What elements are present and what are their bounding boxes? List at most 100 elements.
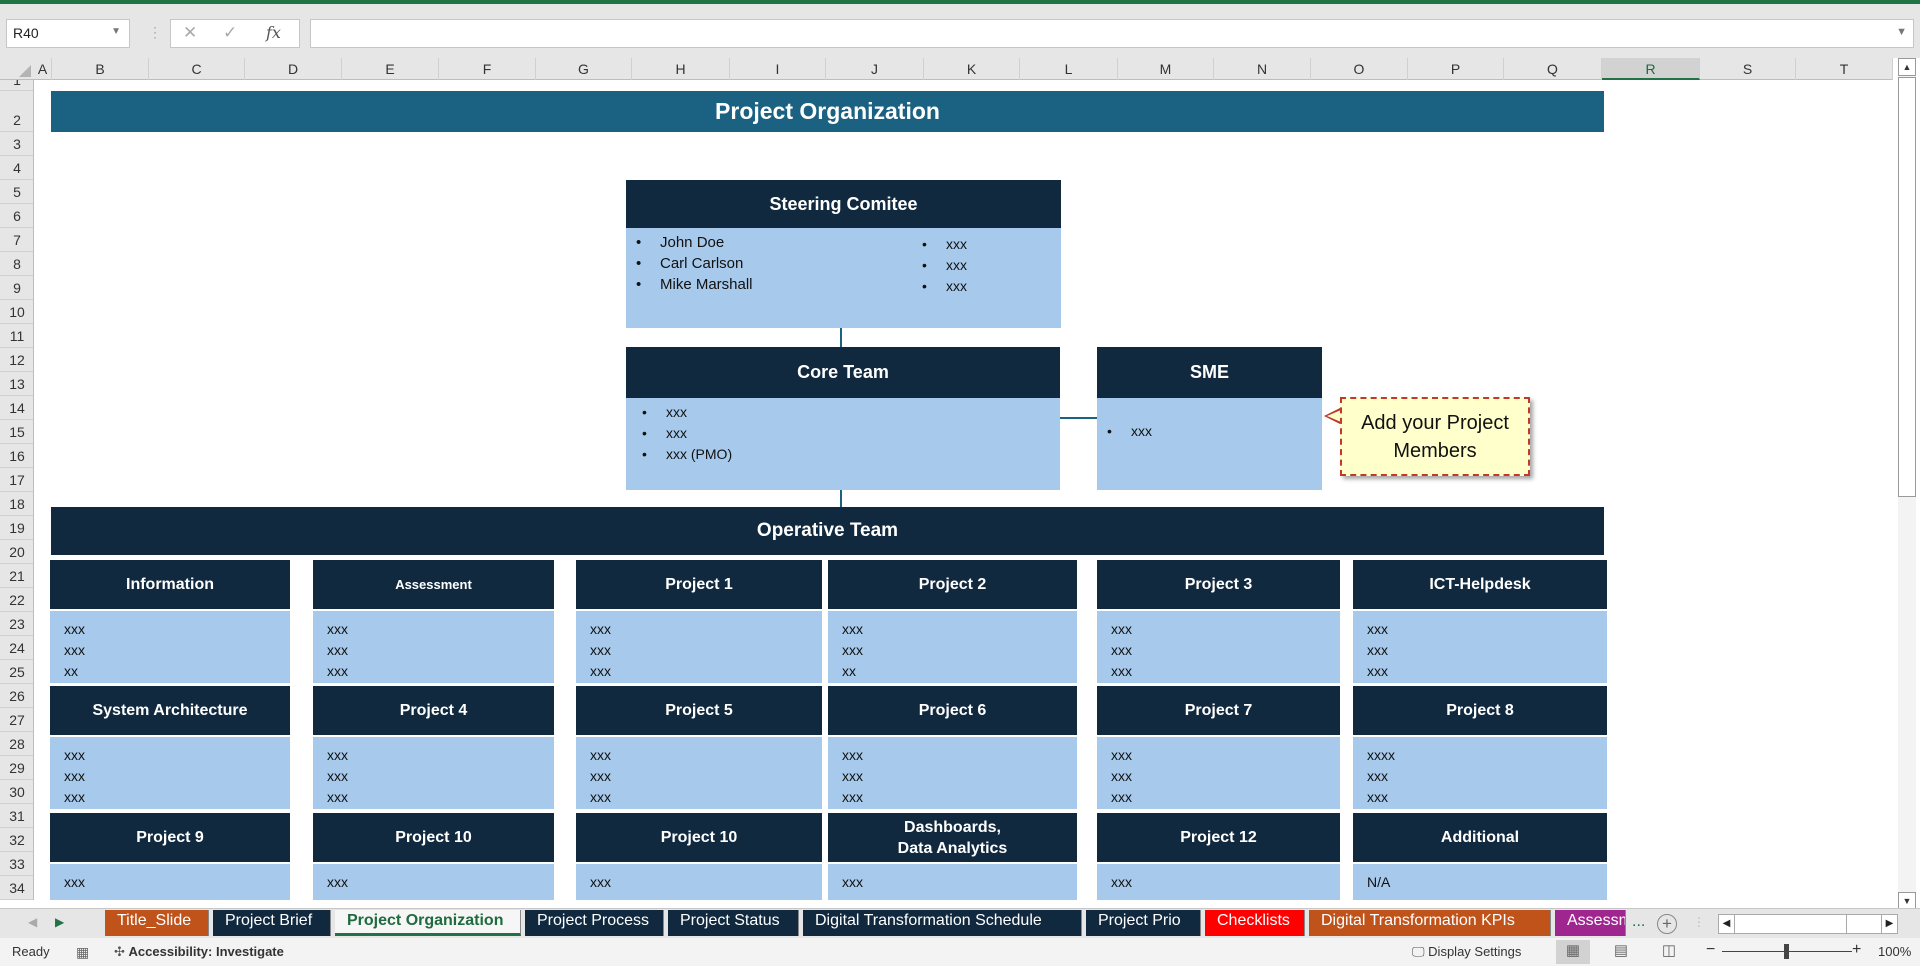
row-header[interactable]: 9 (0, 276, 33, 300)
chevron-down-icon[interactable]: ▼ (111, 26, 121, 37)
column-header[interactable]: Q (1504, 58, 1602, 80)
vertical-scroll-thumb[interactable] (1898, 77, 1916, 497)
worksheet-grid[interactable]: Project Organization Steering Comitee Jo… (34, 80, 1893, 900)
row-header[interactable]: 17 (0, 468, 33, 492)
check-icon[interactable]: ✓ (223, 23, 237, 43)
accessibility-status[interactable]: ✣ Accessibility: Investigate (114, 944, 284, 960)
scroll-up-button[interactable]: ▲ (1898, 58, 1916, 76)
expand-formula-icon[interactable]: ▼ (1896, 26, 1907, 38)
row-header[interactable]: 2 (0, 91, 33, 132)
row-header[interactable]: 1 (0, 80, 33, 91)
column-header[interactable]: P (1408, 58, 1504, 80)
add-members-callout[interactable]: Add your Project Members (1340, 397, 1530, 476)
sheet-tab[interactable]: Project Status (668, 910, 799, 936)
sheet-tab[interactable]: Project Process (525, 910, 664, 936)
row-header[interactable]: 5 (0, 180, 33, 204)
row-header[interactable]: 12 (0, 348, 33, 372)
column-header[interactable]: O (1311, 58, 1408, 80)
column-header[interactable]: E (342, 58, 439, 80)
sheet-tab[interactable]: Project Prio (1086, 910, 1201, 936)
row-header[interactable]: 26 (0, 684, 33, 708)
previous-sheet-icon[interactable]: ◀ (28, 915, 37, 929)
column-header[interactable]: K (924, 58, 1020, 80)
column-header[interactable]: I (730, 58, 826, 80)
row-header[interactable]: 27 (0, 708, 33, 732)
row-header[interactable]: 24 (0, 636, 33, 660)
more-sheets-button[interactable]: ... (1632, 913, 1645, 931)
column-header[interactable]: N (1214, 58, 1311, 80)
tab-splitter-handle[interactable]: ⋮ (1693, 915, 1705, 929)
drag-handle-icon[interactable]: ⋮ (148, 24, 162, 41)
column-header[interactable]: J (826, 58, 924, 80)
row-header[interactable]: 28 (0, 732, 33, 756)
connector-line (1060, 417, 1097, 419)
display-settings-button[interactable]: 🖵 Display Settings (1412, 944, 1521, 960)
row-header[interactable]: 4 (0, 156, 33, 180)
name-box[interactable]: R40 ▼ (6, 19, 130, 48)
column-header[interactable]: S (1700, 58, 1796, 80)
row-header[interactable]: 13 (0, 372, 33, 396)
scroll-left-button[interactable]: ◀ (1719, 915, 1735, 933)
row-header[interactable]: 19 (0, 516, 33, 540)
vertical-scrollbar[interactable]: ▲ ▼ (1898, 58, 1916, 910)
row-header[interactable]: 22 (0, 588, 33, 612)
zoom-slider-knob[interactable] (1784, 944, 1789, 959)
macro-record-icon[interactable]: ▦ (76, 944, 89, 961)
row-header[interactable]: 8 (0, 252, 33, 276)
row-header[interactable]: 11 (0, 324, 33, 348)
zoom-slider[interactable] (1722, 944, 1852, 959)
sheet-tab[interactable]: Assessm (1555, 910, 1626, 936)
row-header[interactable]: 3 (0, 132, 33, 156)
next-sheet-icon[interactable]: ▶ (55, 915, 64, 929)
cancel-icon[interactable]: ✕ (183, 23, 197, 43)
row-header[interactable]: 29 (0, 756, 33, 780)
zoom-level[interactable]: 100% (1878, 944, 1911, 959)
row-header[interactable]: 14 (0, 396, 33, 420)
row-header[interactable]: 20 (0, 540, 33, 564)
zoom-in-button[interactable]: + (1852, 941, 1861, 959)
column-header[interactable]: T (1796, 58, 1893, 80)
row-header[interactable]: 30 (0, 780, 33, 804)
column-header[interactable]: R (1602, 58, 1700, 80)
row-header[interactable]: 10 (0, 300, 33, 324)
sheet-tab[interactable]: Project Brief (213, 910, 331, 936)
column-header[interactable]: B (52, 58, 149, 80)
horizontal-scroll-thumb[interactable] (1735, 915, 1847, 933)
row-header[interactable]: 21 (0, 564, 33, 588)
row-header[interactable]: 7 (0, 228, 33, 252)
sheet-tab[interactable]: Digital Transformation KPIs (1309, 910, 1551, 936)
row-header[interactable]: 31 (0, 804, 33, 828)
column-header[interactable]: H (632, 58, 730, 80)
row-header[interactable]: 16 (0, 444, 33, 468)
column-header[interactable]: G (536, 58, 632, 80)
sheet-tab[interactable]: Title_Slide (105, 910, 209, 936)
row-header[interactable]: 32 (0, 828, 33, 852)
column-header[interactable]: F (439, 58, 536, 80)
normal-view-icon[interactable]: ▦ (1556, 940, 1590, 964)
horizontal-scrollbar[interactable]: ◀ ▶ (1718, 914, 1898, 934)
row-header[interactable]: 18 (0, 492, 33, 516)
insert-function-icon[interactable]: fx (266, 23, 281, 42)
page-break-preview-icon[interactable]: ◫ (1652, 940, 1686, 964)
column-header[interactable]: C (149, 58, 245, 80)
select-all-button[interactable] (0, 58, 34, 80)
column-header[interactable]: L (1020, 58, 1118, 80)
column-header[interactable]: D (245, 58, 342, 80)
sheet-tab[interactable]: Digital Transformation Schedule (803, 910, 1082, 936)
sheet-tab[interactable]: Checklists (1205, 910, 1305, 936)
row-header[interactable]: 33 (0, 852, 33, 876)
row-header[interactable]: 15 (0, 420, 33, 444)
formula-input[interactable]: ▼ (310, 19, 1914, 48)
row-header[interactable]: 23 (0, 612, 33, 636)
team-card: Project 4 xxx xxx xxx (313, 686, 554, 809)
column-header[interactable]: A (34, 58, 52, 80)
scroll-right-button[interactable]: ▶ (1881, 915, 1897, 933)
row-header[interactable]: 6 (0, 204, 33, 228)
row-header[interactable]: 25 (0, 660, 33, 684)
page-layout-view-icon[interactable]: ▤ (1604, 940, 1638, 964)
zoom-out-button[interactable]: − (1706, 941, 1715, 959)
column-header[interactable]: M (1118, 58, 1214, 80)
row-header[interactable]: 34 (0, 876, 33, 900)
add-sheet-button[interactable]: + (1657, 914, 1677, 934)
sheet-tab[interactable]: Project Organization (335, 910, 521, 936)
